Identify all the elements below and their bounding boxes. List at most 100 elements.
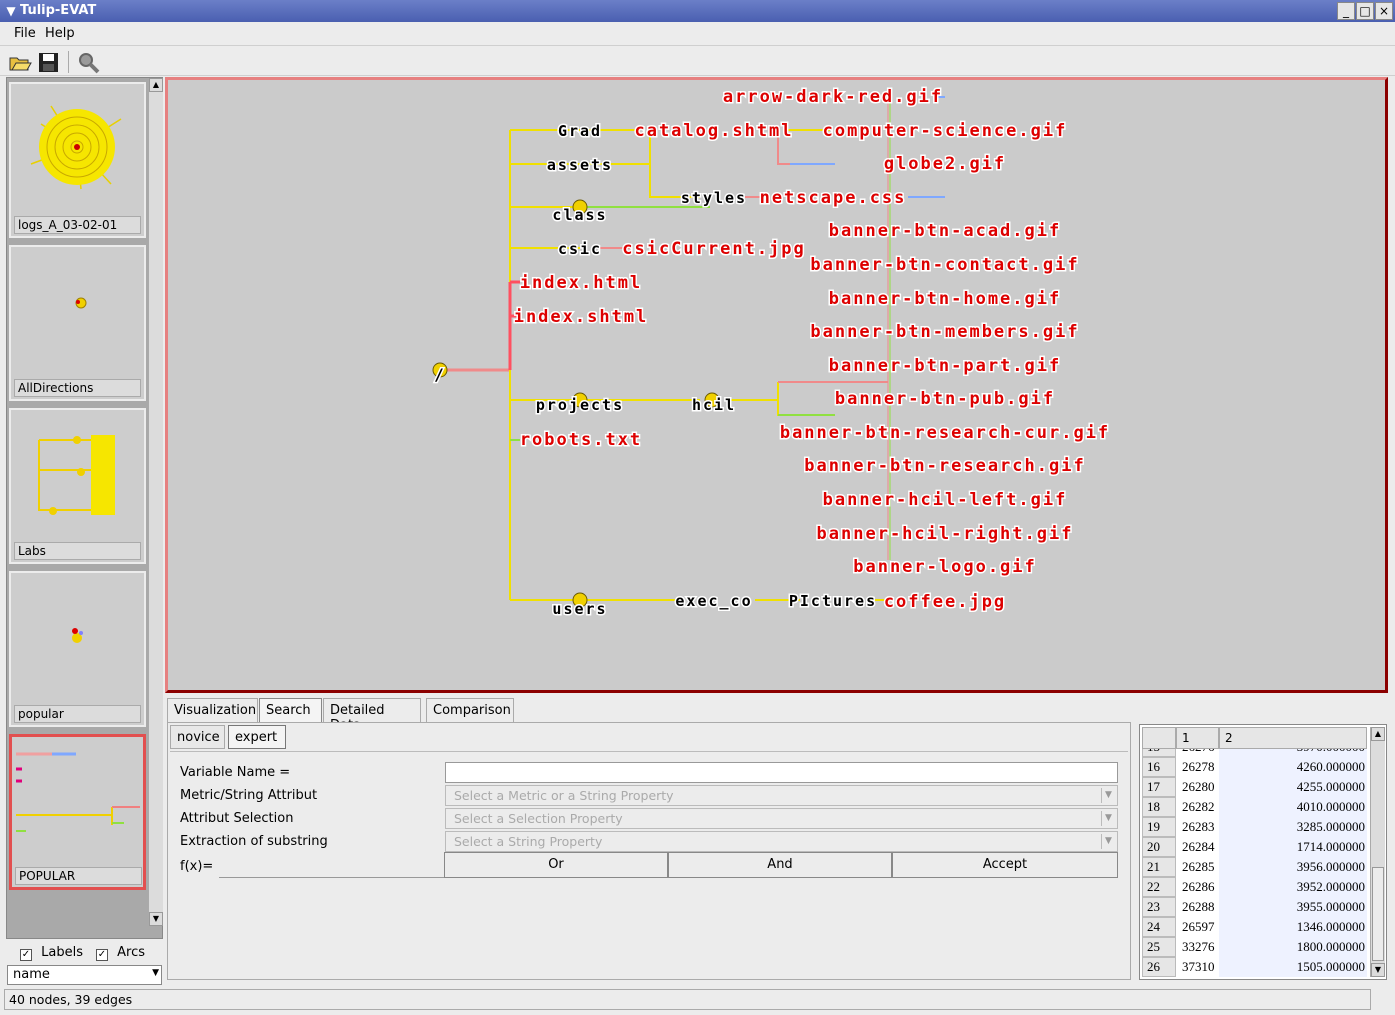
- graph-node-label[interactable]: banner-hcil-right.gif: [815, 523, 1074, 546]
- menu-file[interactable]: File: [14, 26, 36, 41]
- arcs-toggle[interactable]: ✓ Arcs: [96, 945, 145, 961]
- graph-node-label[interactable]: arrow-dark-red.gif: [721, 86, 943, 109]
- extraction-substring-select[interactable]: Select a String Property ▼: [445, 831, 1118, 852]
- graph-node-label[interactable]: index.html: [518, 272, 642, 295]
- table-row[interactable]: 16 26278 4260.000000: [1142, 757, 1369, 777]
- window-menu-icon[interactable]: ▼: [3, 3, 19, 19]
- scroll-down-icon[interactable]: ▼: [1371, 963, 1385, 977]
- menu-help[interactable]: Help: [45, 26, 75, 41]
- row-cell-1: 26285: [1182, 859, 1215, 874]
- graph-node-label[interactable]: index.shtml: [512, 306, 649, 329]
- graph-node-label[interactable]: csicCurrent.jpg: [621, 238, 806, 261]
- graph-node-label[interactable]: computer-science.gif: [821, 120, 1068, 143]
- row-cell-1: 26597: [1182, 919, 1215, 934]
- graph-node-label[interactable]: netscape.css: [758, 187, 907, 210]
- graph-node-label[interactable]: styles: [679, 188, 747, 209]
- subtab-novice[interactable]: novice: [170, 725, 225, 749]
- search-panel: novice expert Variable Name = Metric/Str…: [167, 722, 1131, 980]
- graph-node-label[interactable]: hcil: [690, 395, 736, 416]
- thumbnail-scrollbar[interactable]: ▲ ▼: [148, 78, 163, 926]
- row-index: 16: [1142, 757, 1176, 777]
- graph-node-label[interactable]: banner-btn-research-cur.gif: [778, 422, 1110, 445]
- row-cell-2: 1714.000000: [1219, 837, 1367, 857]
- graph-node-label[interactable]: Grad: [556, 121, 602, 142]
- table-header-1[interactable]: 1: [1176, 727, 1219, 749]
- table-row[interactable]: 21 26285 3956.000000: [1142, 857, 1369, 877]
- graph-node-label[interactable]: /: [433, 364, 446, 386]
- table-row[interactable]: 18 26282 4010.000000: [1142, 797, 1369, 817]
- labels-toggle[interactable]: ✓ Labels: [20, 945, 83, 961]
- graph-node-label[interactable]: assets: [545, 155, 613, 176]
- table-header-2[interactable]: 2: [1219, 727, 1367, 749]
- view-thumbnail-labs[interactable]: Labs: [9, 408, 146, 564]
- graph-node-label[interactable]: banner-btn-part.gif: [827, 355, 1061, 378]
- table-row[interactable]: 20 26284 1714.000000: [1142, 837, 1369, 857]
- row-index: 15: [1142, 749, 1176, 757]
- accept-button[interactable]: Accept: [892, 852, 1118, 878]
- graph-node-label[interactable]: banner-btn-research.gif: [803, 455, 1085, 478]
- row-cell-2: 1346.000000: [1219, 917, 1367, 937]
- graph-node-label[interactable]: banner-btn-members.gif: [809, 321, 1079, 344]
- tab-visualization[interactable]: Visualization: [167, 698, 258, 722]
- metric-attribute-select[interactable]: Select a Metric or a String Property ▼: [445, 785, 1118, 806]
- scroll-up-icon[interactable]: ▲: [149, 78, 163, 92]
- variable-name-input[interactable]: [445, 762, 1118, 783]
- graph-node-label[interactable]: banner-logo.gif: [852, 556, 1037, 579]
- row-index: 20: [1142, 837, 1176, 857]
- save-icon[interactable]: [37, 50, 61, 74]
- variable-name-label: Variable Name =: [180, 765, 291, 780]
- row-cell-1: 26280: [1182, 779, 1215, 794]
- graph-view[interactable]: / Grad assets class csic projects hcil users exe…: [168, 80, 1385, 690]
- view-thumbnail-alldirections[interactable]: AllDirections: [9, 245, 146, 401]
- table-row[interactable]: 19 26283 3285.000000: [1142, 817, 1369, 837]
- graph-node-label[interactable]: banner-hcil-left.gif: [821, 489, 1068, 512]
- close-button[interactable]: ×: [1375, 2, 1393, 20]
- arcs-checkbox[interactable]: ✓: [96, 949, 108, 961]
- property-select[interactable]: name ▼: [7, 965, 162, 985]
- graph-node-label[interactable]: banner-btn-contact.gif: [809, 254, 1079, 277]
- table-row[interactable]: 26 37310 1505.000000: [1142, 957, 1369, 977]
- table-row[interactable]: 25 33276 1800.000000: [1142, 937, 1369, 957]
- tab-detailed-data[interactable]: Detailed Data: [323, 698, 421, 733]
- view-thumbnail-logs[interactable]: logs_A_03-02-01: [9, 82, 146, 238]
- view-thumbnail-popular-selected[interactable]: POPULAR: [9, 734, 146, 890]
- window-titlebar[interactable]: ▼ Tulip-EVAT _ □ ×: [0, 0, 1395, 22]
- thumbnail-graph-image: [38, 435, 115, 515]
- labels-checkbox[interactable]: ✓: [20, 949, 32, 961]
- magnifier-icon[interactable]: [76, 50, 100, 74]
- graph-node-label[interactable]: banner-btn-home.gif: [827, 288, 1061, 311]
- scroll-up-icon[interactable]: ▲: [1371, 727, 1385, 741]
- tab-search[interactable]: Search: [259, 698, 322, 722]
- graph-node-label[interactable]: banner-btn-acad.gif: [827, 220, 1061, 243]
- table-scrollbar[interactable]: ▲ ▼: [1370, 727, 1385, 977]
- graph-node-label[interactable]: robots.txt: [518, 429, 642, 452]
- subtab-expert[interactable]: expert: [228, 725, 286, 749]
- and-button[interactable]: And: [668, 852, 892, 878]
- table-row[interactable]: 17 26280 4255.000000: [1142, 777, 1369, 797]
- graph-node-label[interactable]: exec_co: [674, 591, 752, 612]
- graph-node-label[interactable]: users: [551, 599, 607, 620]
- graph-node-label[interactable]: class: [551, 205, 607, 226]
- graph-node-label[interactable]: csic: [556, 239, 602, 260]
- table-row[interactable]: 22 26286 3952.000000: [1142, 877, 1369, 897]
- toolbar-separator: [68, 51, 69, 73]
- graph-node-label[interactable]: coffee.jpg: [882, 591, 1006, 614]
- table-row[interactable]: 23 26288 3955.000000: [1142, 897, 1369, 917]
- graph-node-label[interactable]: PIctures: [787, 591, 877, 612]
- graph-node-label[interactable]: projects: [534, 395, 624, 416]
- scroll-down-icon[interactable]: ▼: [149, 912, 163, 926]
- graph-node-label[interactable]: banner-btn-pub.gif: [833, 388, 1055, 411]
- attribute-selection-select[interactable]: Select a Selection Property ▼: [445, 808, 1118, 829]
- minimize-button[interactable]: _: [1337, 2, 1355, 20]
- tab-comparison[interactable]: Comparison: [426, 698, 514, 722]
- folder-open-icon[interactable]: [8, 50, 32, 74]
- graph-canvas[interactable]: / Grad assets class csic projects hcil users exe…: [165, 77, 1388, 693]
- graph-node-label[interactable]: globe2.gif: [882, 153, 1006, 176]
- table-scroll-thumb[interactable]: [1372, 867, 1384, 961]
- maximize-button[interactable]: □: [1356, 2, 1374, 20]
- or-button[interactable]: Or: [444, 852, 668, 878]
- view-thumbnail-popular[interactable]: popular: [9, 571, 146, 727]
- table-row[interactable]: 15 26276 3970.000000: [1142, 749, 1369, 757]
- table-row[interactable]: 24 26597 1346.000000: [1142, 917, 1369, 937]
- graph-node-label[interactable]: catalog.shtml: [633, 120, 793, 143]
